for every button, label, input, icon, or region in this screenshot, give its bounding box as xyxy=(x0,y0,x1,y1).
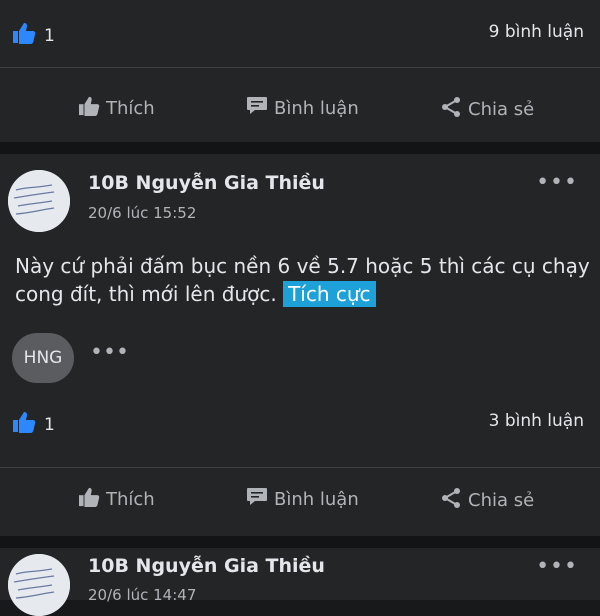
share-label: Chia sẻ xyxy=(468,99,535,120)
like-count-value: 1 xyxy=(44,25,55,46)
post-card-2: 10B Nguyễn Gia Thiều 20/6 lúc 15:52 ••• … xyxy=(0,154,600,536)
post-separator xyxy=(0,536,600,548)
action-bar: Thích Bình luận Chia sẻ xyxy=(0,96,600,136)
comment-button[interactable]: Bình luận xyxy=(246,96,359,121)
like-button[interactable]: Thích xyxy=(78,487,155,512)
post-author[interactable]: 10B Nguyễn Gia Thiều xyxy=(88,172,325,194)
share-button[interactable]: Chia sẻ xyxy=(440,487,534,514)
like-count-value: 1 xyxy=(44,414,55,435)
like-label: Thích xyxy=(106,98,155,119)
share-label: Chia sẻ xyxy=(468,490,535,511)
share-button[interactable]: Chia sẻ xyxy=(440,96,534,123)
share-icon xyxy=(440,96,462,123)
reactor-avatar[interactable]: HNG xyxy=(12,333,74,383)
post-stats: 1 3 bình luận xyxy=(0,411,600,451)
share-icon xyxy=(440,487,462,514)
comment-count[interactable]: 9 bình luận xyxy=(489,22,584,42)
like-button[interactable]: Thích xyxy=(78,96,155,121)
like-thumb-icon xyxy=(12,411,36,438)
sentiment-tag: Tích cực xyxy=(283,281,376,307)
avatar[interactable] xyxy=(8,170,70,232)
comment-count[interactable]: 3 bình luận xyxy=(489,411,584,431)
comment-button[interactable]: Bình luận xyxy=(246,487,359,512)
avatar[interactable] xyxy=(8,554,70,616)
thumb-outline-icon xyxy=(78,487,100,512)
action-bar: Thích Bình luận Chia sẻ xyxy=(0,487,600,527)
like-label: Thích xyxy=(106,489,155,510)
like-count[interactable]: 1 xyxy=(12,411,55,438)
post-separator xyxy=(0,142,600,154)
like-count[interactable]: 1 xyxy=(12,22,55,49)
more-options-icon[interactable]: ••• xyxy=(536,554,578,579)
post-author[interactable]: 10B Nguyễn Gia Thiều xyxy=(88,555,325,577)
comment-bubble-icon xyxy=(246,96,268,121)
divider xyxy=(0,467,600,468)
more-options-icon[interactable]: ••• xyxy=(536,170,578,195)
divider xyxy=(0,67,600,68)
post-stats: 1 9 bình luận xyxy=(0,22,600,62)
post-card-3: 10B Nguyễn Gia Thiều 20/6 lúc 14:47 ••• xyxy=(0,548,600,616)
more-options-icon[interactable]: ••• xyxy=(90,340,129,365)
comment-label: Bình luận xyxy=(274,489,359,510)
post-time[interactable]: 20/6 lúc 15:52 xyxy=(88,204,196,222)
thumb-outline-icon xyxy=(78,96,100,121)
post-text: Này cứ phải đấm bục nền 6 về 5.7 hoặc 5 … xyxy=(15,252,590,308)
post-card-1: 1 9 bình luận Thích Bình luận Chia sẻ xyxy=(0,0,600,142)
comment-label: Bình luận xyxy=(274,98,359,119)
like-thumb-icon xyxy=(12,22,36,49)
post-time[interactable]: 20/6 lúc 14:47 xyxy=(88,586,196,604)
comment-bubble-icon xyxy=(246,487,268,512)
